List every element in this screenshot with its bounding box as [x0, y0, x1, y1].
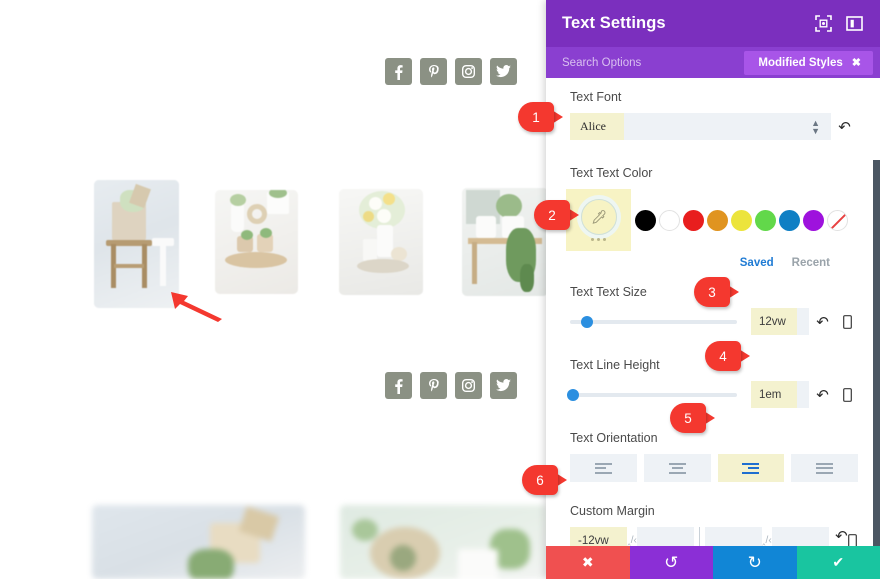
responsive-device-icon[interactable]: [836, 387, 858, 402]
margin-left-cell: Left: [704, 527, 762, 546]
swatch-purple[interactable]: [803, 209, 824, 231]
swatch-orange[interactable]: [707, 209, 728, 231]
margin-bottom-cell: Bottom: [637, 527, 695, 546]
recent-colors-tab[interactable]: Recent: [792, 257, 830, 269]
facebook-icon[interactable]: [385, 58, 412, 85]
text-size-reset-icon[interactable]: ↶: [809, 313, 836, 331]
line-height-value: 1em: [751, 381, 797, 408]
panel-header-icons: [814, 14, 864, 33]
responsive-device-icon[interactable]: [848, 527, 858, 546]
field-text-font: Text Font Alice ▲ ▼ ↶: [546, 90, 880, 140]
twitter-icon[interactable]: [490, 58, 517, 85]
cancel-button[interactable]: ✖: [546, 546, 630, 579]
text-size-slider[interactable]: [570, 315, 737, 328]
swatch-red[interactable]: [683, 209, 704, 231]
text-size-value: 12vw: [751, 308, 797, 335]
callout-1: 1: [518, 102, 564, 132]
screen: Text Settings Search Options Modified St…: [0, 0, 880, 579]
align-justify-icon[interactable]: [791, 454, 858, 482]
text-size-input[interactable]: 12vw: [751, 308, 809, 335]
close-icon[interactable]: ✖: [852, 56, 861, 69]
red-pointer-arrow: [171, 292, 222, 322]
swatch-blue[interactable]: [779, 209, 800, 231]
swatch-white[interactable]: [659, 209, 680, 231]
white-flowers-vase-photo: [339, 189, 423, 295]
align-right-icon[interactable]: [717, 454, 785, 482]
callout-2: 2: [534, 200, 580, 230]
blurred-plant-photo-right: [340, 505, 546, 579]
instagram-icon[interactable]: [455, 372, 482, 399]
callout-4: 4: [705, 341, 751, 371]
blurred-plant-photo-left: [92, 505, 305, 579]
margin-right-input[interactable]: [772, 527, 830, 546]
margin-right-cell: Right: [772, 527, 830, 546]
instagram-icon[interactable]: [455, 58, 482, 85]
social-row-top: [385, 58, 517, 85]
twitter-icon[interactable]: [490, 372, 517, 399]
custom-margin-label: Custom Margin: [570, 504, 655, 518]
panel-header: Text Settings: [546, 0, 880, 47]
swatch-green[interactable]: [755, 209, 776, 231]
link-values-icon[interactable]: ‸/‹: [627, 527, 637, 546]
focus-target-icon[interactable]: [814, 14, 833, 33]
saved-colors-tab[interactable]: Saved: [740, 257, 774, 269]
panel-scrollbar[interactable]: [873, 160, 880, 546]
text-font-select[interactable]: Alice ▲ ▼: [570, 113, 831, 140]
callout-6: 6: [522, 465, 568, 495]
panel-search-bar: Search Options Modified Styles ✖: [546, 47, 880, 78]
photo-row-top: [94, 180, 546, 308]
field-text-color: Text Text Color Saved Recent: [546, 166, 880, 269]
color-swatch-list: [635, 209, 848, 231]
swatch-yellow[interactable]: [731, 209, 752, 231]
redo-button[interactable]: ↻: [713, 546, 797, 579]
callout-5: 5: [670, 403, 716, 433]
margin-top-input[interactable]: -12vw: [570, 527, 627, 546]
callout-3: 3: [694, 277, 740, 307]
align-center-icon[interactable]: [643, 454, 711, 482]
text-font-select-field[interactable]: ▲ ▼: [624, 113, 831, 140]
page-title: Text Settings: [562, 14, 666, 32]
swatch-transparent[interactable]: [827, 209, 848, 231]
text-font-reset-icon[interactable]: ↶: [831, 118, 858, 136]
website-preview: [0, 0, 546, 579]
text-color-label: Text Text Color: [570, 166, 653, 180]
modified-styles-label: Modified Styles: [758, 56, 843, 69]
text-font-value: Alice: [570, 113, 624, 140]
save-button[interactable]: ✔: [796, 546, 880, 579]
panel-layout-icon[interactable]: [845, 14, 864, 33]
modified-styles-badge[interactable]: Modified Styles ✖: [744, 50, 873, 75]
link-values-icon[interactable]: ‸/‹: [762, 527, 772, 546]
align-left-icon[interactable]: [570, 454, 637, 482]
field-text-orientation: Text Orientation: [546, 431, 880, 482]
panel-action-bar: ✖ ↺ ↻ ✔: [546, 546, 880, 579]
plant-on-wooden-stool-photo: [94, 180, 179, 308]
social-row-bottom: [385, 372, 517, 399]
undo-button[interactable]: ↺: [629, 546, 713, 579]
chevron-updown-icon: ▲ ▼: [811, 117, 820, 136]
custom-margin-reset-icon[interactable]: ↶: [835, 527, 848, 545]
facebook-icon[interactable]: [385, 372, 412, 399]
line-height-input[interactable]: 1em: [751, 381, 809, 408]
line-height-slider[interactable]: [567, 388, 737, 401]
text-orientation-label: Text Orientation: [570, 431, 658, 445]
text-font-label: Text Font: [570, 90, 622, 104]
pinterest-icon[interactable]: [420, 58, 447, 85]
search-input[interactable]: Search Options: [562, 57, 744, 69]
margin-top-cell: -12vw Top: [570, 527, 627, 546]
panel-body: Text Font Alice ▲ ▼ ↶ Text Text Color Sa…: [546, 78, 880, 546]
eyedropper-icon: [580, 199, 617, 235]
margin-bottom-input[interactable]: [637, 527, 695, 546]
pinterest-icon[interactable]: [420, 372, 447, 399]
responsive-device-icon[interactable]: [836, 314, 858, 329]
swatch-black[interactable]: [635, 209, 656, 231]
margin-left-input[interactable]: [704, 527, 762, 546]
line-height-reset-icon[interactable]: ↶: [809, 386, 836, 404]
field-custom-margin: Custom Margin -12vw Top ‸/‹ Bottom Left: [546, 504, 880, 546]
succulents-on-tray-photo: [215, 190, 298, 294]
more-colors-icon: [591, 238, 606, 241]
